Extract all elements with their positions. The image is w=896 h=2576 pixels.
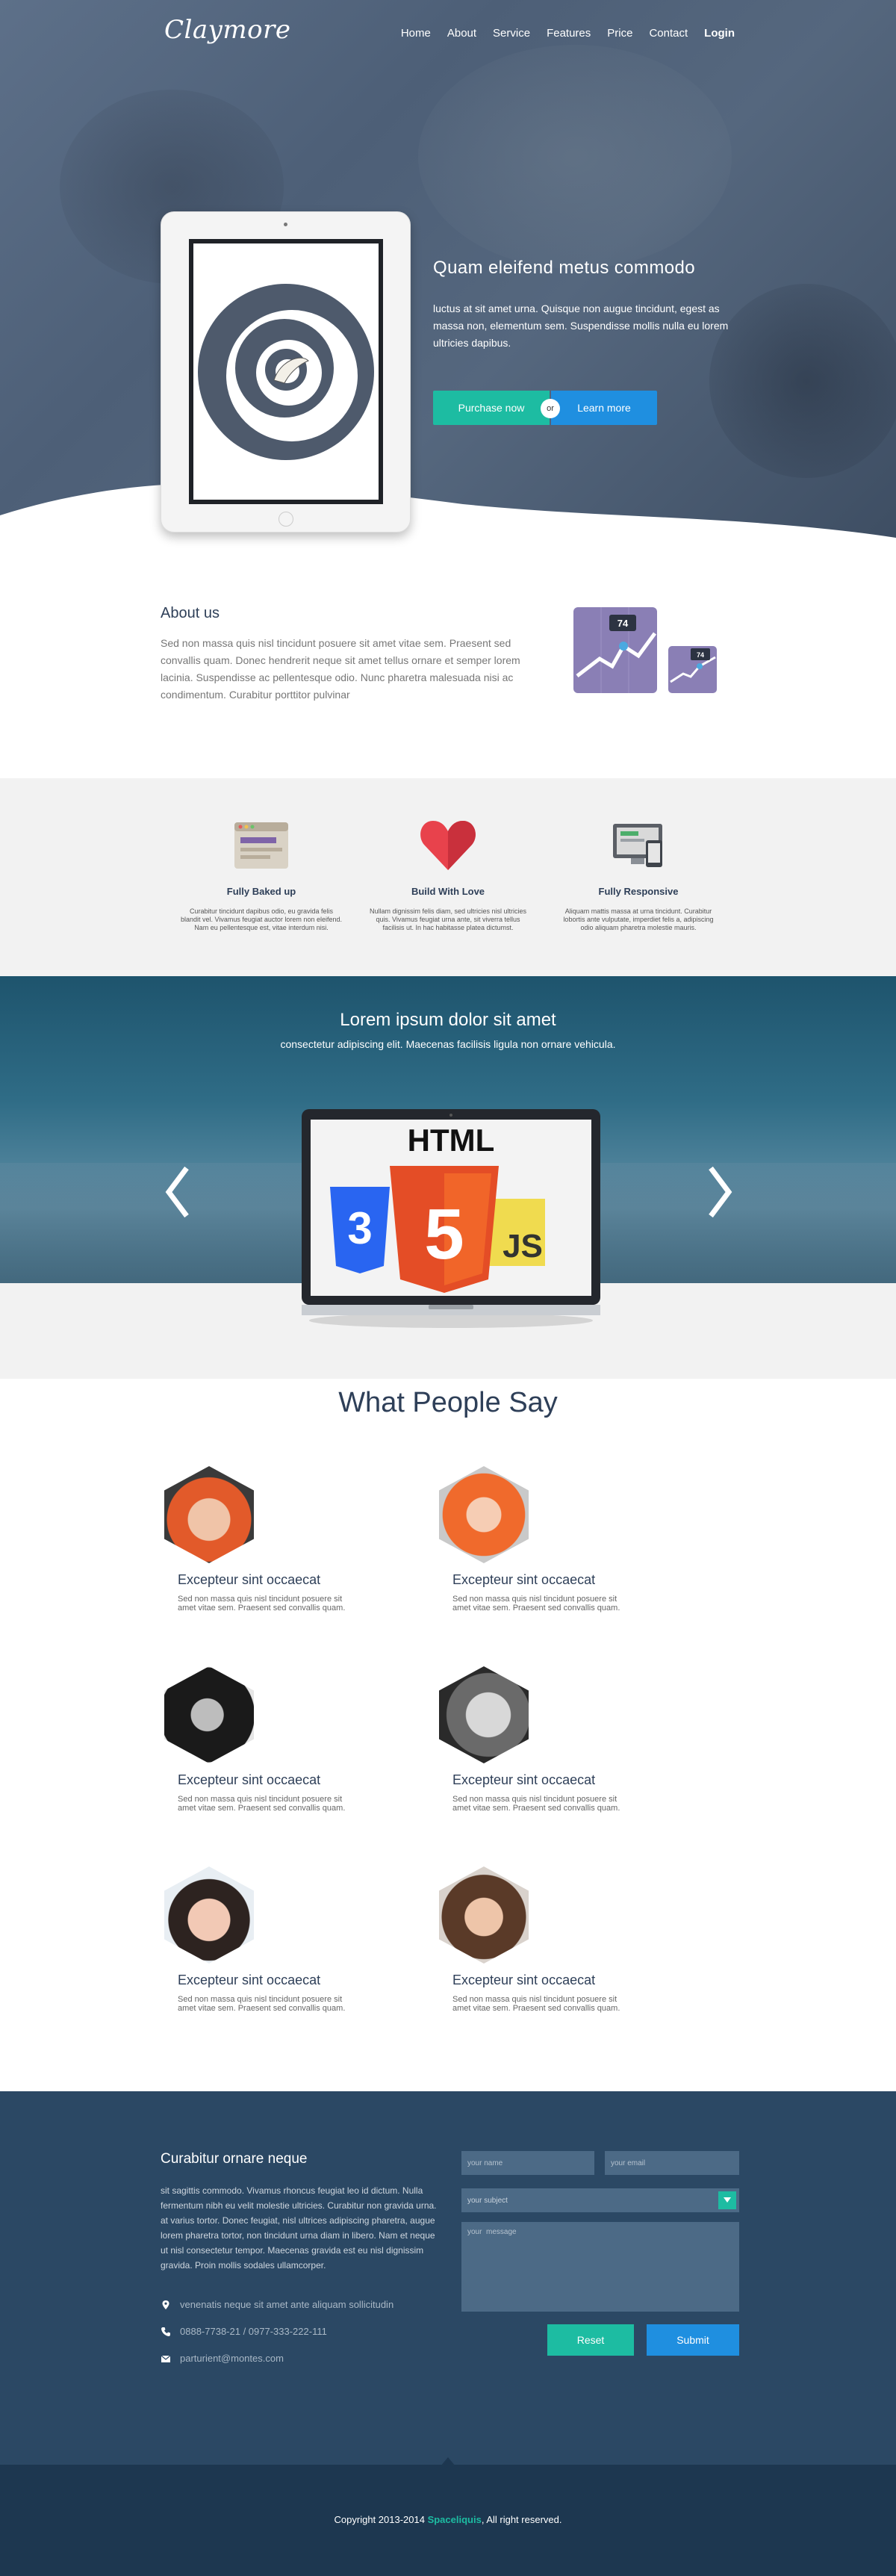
reset-button[interactable]: Reset xyxy=(547,2324,634,2356)
nav-price[interactable]: Price xyxy=(607,27,632,40)
contact-section xyxy=(0,2091,896,2465)
name-field[interactable] xyxy=(461,2151,594,2175)
testimonial-text: Sed non massa quis nisl tincidunt posuer… xyxy=(178,1795,346,1813)
testimonial-name: Excepteur sint occaecat xyxy=(178,1772,321,1787)
feature-text: Aliquam mattis massa at urna tincidunt. … xyxy=(563,907,714,931)
page: Claymore Home About Service Features Pri… xyxy=(0,0,896,2576)
nav-features[interactable]: Features xyxy=(547,27,591,40)
avatar xyxy=(439,1466,529,1563)
contact-title: Curabitur ornare neque xyxy=(161,2151,308,2167)
avatar xyxy=(164,1666,254,1763)
copyright-suffix: , All right reserved. xyxy=(481,2514,562,2525)
testimonials-title: What People Say xyxy=(338,1387,558,1418)
slider-subtitle: consectetur adipiscing elit. Maecenas fa… xyxy=(280,1038,616,1050)
features-section: Fully Baked up Curabitur tincidunt dapib… xyxy=(0,778,896,977)
testimonial-text: Sed non massa quis nisl tincidunt posuer… xyxy=(452,1595,620,1613)
contact-phone-text: 0888-7738-21 / 0977-333-222-111 xyxy=(180,2326,327,2337)
nav-service[interactable]: Service xyxy=(493,27,530,40)
tablet-screen xyxy=(189,239,383,504)
feature-text: Curabitur tincidunt dapibus odio, eu gra… xyxy=(181,907,342,931)
about-text: Sed non massa quis nisl tincidunt posuer… xyxy=(161,637,520,701)
copyright: Copyright 2013-2014 Spaceliquis, All rig… xyxy=(0,2514,896,2525)
avatar xyxy=(439,1866,529,1964)
learn-more-button[interactable]: Learn more xyxy=(551,391,657,425)
hero-background-blur xyxy=(418,45,732,269)
about-title: About us xyxy=(161,605,220,621)
tablet-camera xyxy=(284,223,287,226)
contact-email: parturient@montes.com xyxy=(161,2353,284,2364)
js-badge-text: JS xyxy=(503,1228,543,1264)
submit-button[interactable]: Submit xyxy=(647,2324,739,2356)
testimonial-text: Sed non massa quis nisl tincidunt posuer… xyxy=(452,1795,620,1813)
nav-contact[interactable]: Contact xyxy=(649,27,688,40)
feature-text: Nullam dignissim felis diam, sed ultrici… xyxy=(369,907,527,931)
slider-next-arrow[interactable] xyxy=(705,1162,735,1222)
copyright-prefix: Copyright 2013-2014 xyxy=(334,2514,428,2525)
contact-phone: 0888-7738-21 / 0977-333-222-111 xyxy=(161,2326,327,2337)
feature-title: Fully Baked up xyxy=(226,886,296,897)
subject-select[interactable]: your subject xyxy=(461,2188,739,2212)
hero-title: Quam eleifend metus commodo xyxy=(433,258,695,278)
chevron-down-icon[interactable] xyxy=(718,2191,736,2209)
hero-wave xyxy=(0,482,896,538)
main-nav: Home About Service Features Price Contac… xyxy=(401,27,735,40)
testimonial-text: Sed non massa quis nisl tincidunt posuer… xyxy=(178,1995,346,2013)
feature-title: Build With Love xyxy=(411,886,485,897)
contact-address-text: venenatis neque sit amet ante aliquam so… xyxy=(180,2299,394,2310)
subject-select-value: your subject xyxy=(467,2196,508,2205)
testimonial-text: Sed non massa quis nisl tincidunt posuer… xyxy=(452,1995,620,2013)
logo[interactable]: Claymore xyxy=(164,15,290,45)
feature-item: Build With Love Nullam dignissim felis d… xyxy=(366,816,530,932)
contact-email-text[interactable]: parturient@montes.com xyxy=(180,2353,284,2364)
stats-badge-small: 74 xyxy=(697,651,704,659)
slider-prev-arrow[interactable] xyxy=(163,1162,193,1222)
testimonial-name: Excepteur sint occaecat xyxy=(178,1973,321,1987)
avatar xyxy=(439,1666,529,1763)
footer-notch xyxy=(441,2457,455,2466)
testimonial-name: Excepteur sint occaecat xyxy=(452,1572,596,1587)
stats-badge-large: 74 xyxy=(617,618,629,629)
screen-heading: HTML xyxy=(408,1123,495,1158)
map-pin-icon xyxy=(162,2300,169,2309)
hero-title-wrap: Quam eleifend metus commodo xyxy=(433,258,747,279)
testimonial-name: Excepteur sint occaecat xyxy=(452,1973,596,1987)
copyright-brand[interactable]: Spaceliquis xyxy=(428,2514,482,2525)
avatar xyxy=(164,1866,254,1964)
avatar xyxy=(164,1466,254,1563)
testimonial-name: Excepteur sint occaecat xyxy=(178,1572,321,1587)
feature-item: Fully Baked up Curabitur tincidunt dapib… xyxy=(179,816,343,932)
hero-description: luctus at sit amet urna. Quisque non aug… xyxy=(433,302,729,349)
purchase-now-button[interactable]: Purchase now xyxy=(433,391,550,425)
message-field[interactable] xyxy=(461,2222,739,2312)
spiral-graphic xyxy=(196,248,376,495)
html5-badge-text: 5 xyxy=(424,1194,464,1274)
nav-about[interactable]: About xyxy=(447,27,476,40)
contact-address: venenatis neque sit amet ante aliquam so… xyxy=(161,2299,393,2310)
testimonial-name: Excepteur sint occaecat xyxy=(452,1772,596,1787)
feature-item: Fully Responsive Aliquam mattis massa at… xyxy=(556,816,721,932)
tablet-home-button xyxy=(279,512,293,527)
feature-title: Fully Responsive xyxy=(598,886,679,897)
slider-title: Lorem ipsum dolor sit amet xyxy=(340,1010,556,1030)
or-badge: or xyxy=(541,399,560,418)
email-field[interactable] xyxy=(605,2151,739,2175)
contact-text: sit sagittis commodo. Vivamus rhoncus fe… xyxy=(161,2185,437,2271)
laptop-mockup: HTML 3 JS 5 xyxy=(302,1109,600,1328)
stats-chart-icon: 74 74 xyxy=(573,607,717,693)
mail-icon xyxy=(161,2355,171,2362)
nav-login[interactable]: Login xyxy=(704,27,735,40)
browser-icon xyxy=(179,816,343,875)
phone-icon xyxy=(161,2327,170,2336)
heart-icon xyxy=(366,816,530,875)
tablet-mockup xyxy=(161,211,411,533)
css3-badge-text: 3 xyxy=(347,1203,372,1253)
nav-home[interactable]: Home xyxy=(401,27,431,40)
testimonial-text: Sed non massa quis nisl tincidunt posuer… xyxy=(178,1595,346,1613)
devices-icon xyxy=(556,816,721,875)
